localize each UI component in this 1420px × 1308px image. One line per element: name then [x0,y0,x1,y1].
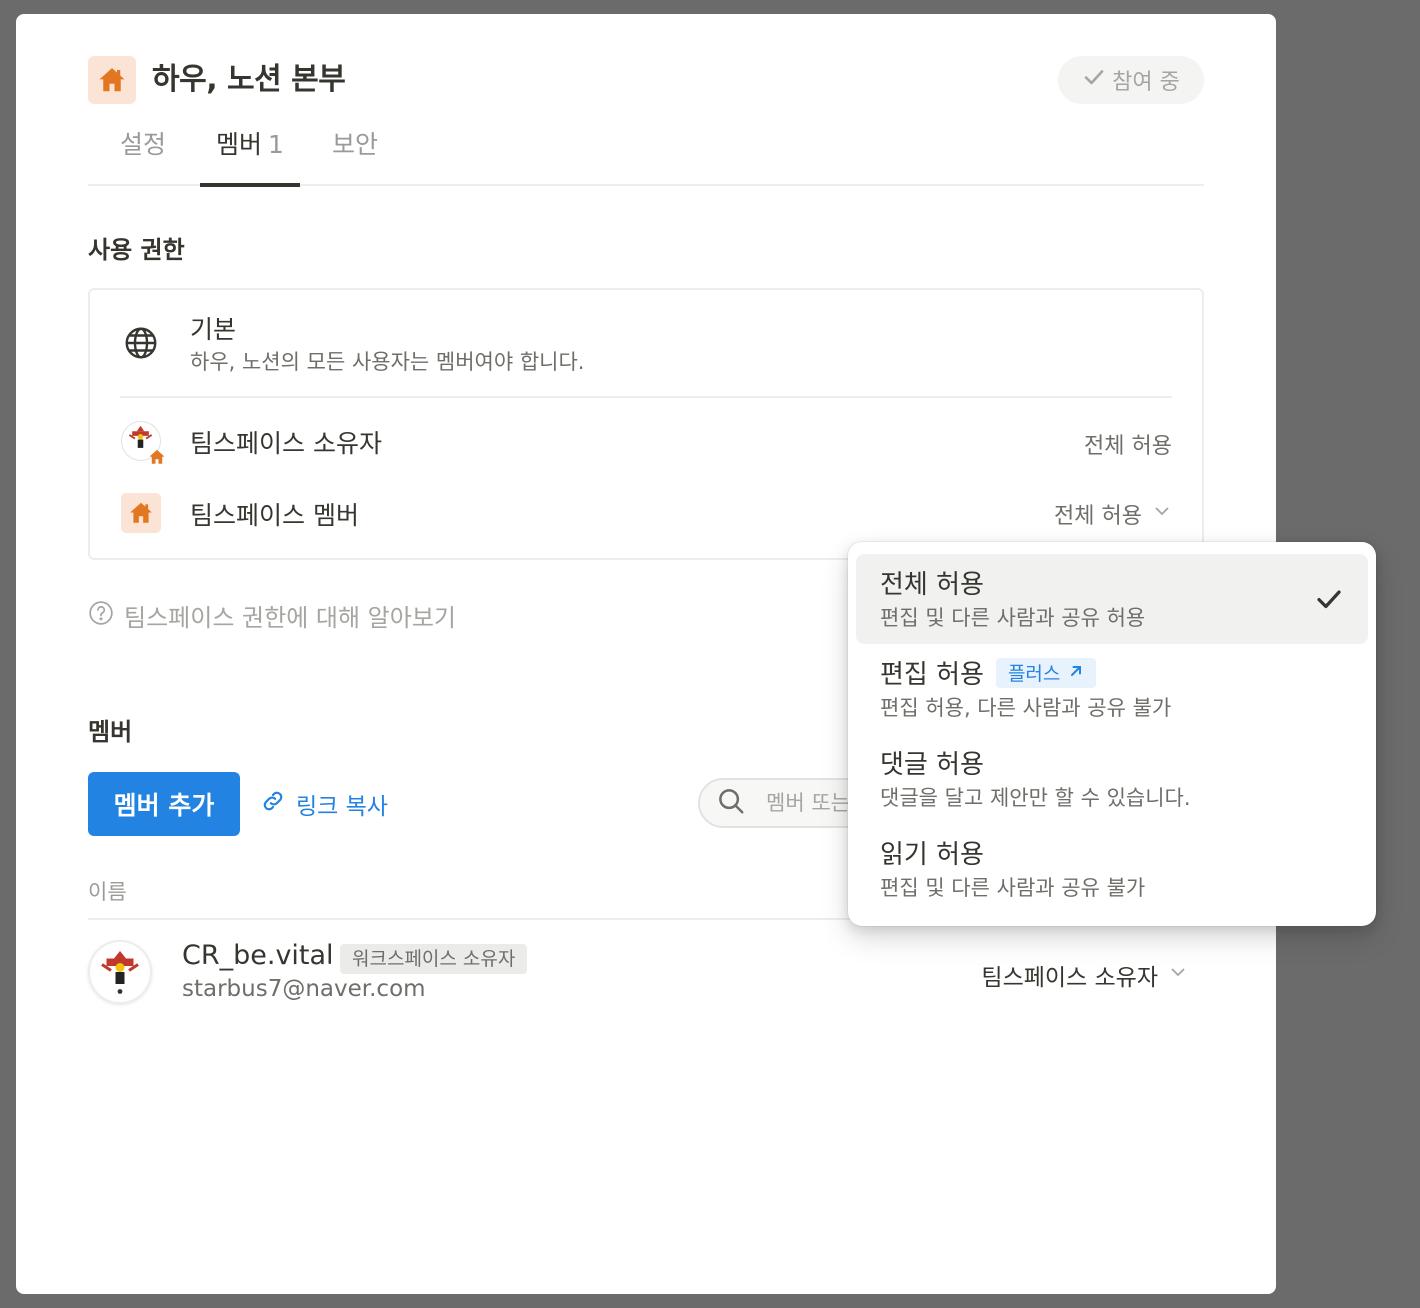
owner-permission-row: 팀스페이스 소유자 전체 허용 [90,420,1202,464]
chevron-down-icon [1152,501,1172,527]
tab-members[interactable]: 멤버 1 [200,122,300,187]
house-icon [148,448,166,466]
member-permission-row: 팀스페이스 멤버 전체 허용 [90,492,1202,536]
check-icon [1082,65,1106,95]
tab-bar: 설정 멤버 1 보안 [88,122,1204,187]
add-member-button[interactable]: 멤버 추가 [88,772,240,836]
workspace-owner-badge: 워크스페이스 소유자 [340,944,528,974]
search-icon [716,786,746,820]
arrow-up-right-icon [1068,662,1084,684]
permissions-box: 기본 하우, 노션의 모든 사용자는 멤버여야 합니다. 팀스페이스 소유자 전… [88,288,1204,560]
default-permission-description: 하우, 노션의 모든 사용자는 멤버여야 합니다. [190,350,585,374]
owner-permission-title: 팀스페이스 소유자 [190,429,382,458]
help-circle-icon [88,600,114,632]
permission-option-can-comment[interactable]: 댓글 허용 댓글을 달고 제안만 할 수 있습니다. [856,734,1368,824]
member-email: starbus7@naver.com [182,976,426,1002]
learn-permissions-link[interactable]: 팀스페이스 권한에 대해 알아보기 [88,598,456,633]
member-role-select[interactable]: 팀스페이스 소유자 [981,958,1188,992]
teamspace-title: 하우, 노션 본부 [152,62,346,97]
tab-settings[interactable]: 설정 [104,122,182,186]
plus-plan-tag[interactable]: 플러스 [995,657,1097,688]
avatar [121,421,165,464]
check-icon [1314,584,1344,618]
house-icon [121,493,161,533]
option-description: 편집 허용, 다른 사람과 공유 불가 [880,696,1172,720]
option-description: 편집 및 다른 사람과 공유 불가 [880,876,1146,900]
copy-link-button[interactable]: 링크 복사 [260,786,388,822]
permission-dropdown: 전체 허용 편집 및 다른 사람과 공유 허용 편집 허용 플러스 편집 허용,… [848,542,1376,926]
default-permission-title: 기본 [190,315,237,344]
joined-label: 참여 중 [1112,70,1180,95]
copy-link-label: 링크 복사 [296,794,388,820]
option-title: 전체 허용 [880,570,984,600]
option-title: 읽기 허용 [880,840,984,870]
permission-option-can-view[interactable]: 읽기 허용 편집 및 다른 사람과 공유 불가 [856,824,1368,914]
joined-button[interactable]: 참여 중 [1058,56,1204,104]
chevron-down-icon [1168,962,1188,988]
default-permission-row: 기본 하우, 노션의 모든 사용자는 멤버여야 합니다. [90,308,1202,388]
member-avatar [88,940,152,1004]
link-icon [260,788,286,820]
members-heading: 멤버 [88,718,133,746]
option-title: 댓글 허용 [880,750,984,780]
house-icon [88,56,136,104]
permissions-heading: 사용 권한 [88,236,185,264]
option-description: 댓글을 달고 제안만 할 수 있습니다. [880,786,1191,810]
learn-permissions-label: 팀스페이스 권한에 대해 알아보기 [124,604,457,632]
plus-plan-label: 플러스 [1007,663,1061,685]
member-count: 1 [268,130,284,159]
member-permission-value: 전체 허용 [1054,504,1142,529]
column-header-name: 이름 [88,880,127,904]
member-name: CR_be.vital [182,940,334,971]
tab-security[interactable]: 보안 [316,122,394,186]
option-description: 편집 및 다른 사람과 공유 허용 [880,606,1146,630]
permission-option-full-access[interactable]: 전체 허용 편집 및 다른 사람과 공유 허용 [856,554,1368,644]
member-permission-select[interactable]: 전체 허용 [1054,498,1172,530]
option-title: 편집 허용 [880,660,984,690]
member-permission-title: 팀스페이스 멤버 [190,501,359,530]
globe-icon [120,322,162,364]
member-role-value: 팀스페이스 소유자 [981,965,1158,991]
owner-permission-value: 전체 허용 [1084,434,1172,459]
divider [120,396,1172,398]
permission-option-can-edit[interactable]: 편집 허용 플러스 편집 허용, 다른 사람과 공유 불가 [856,644,1368,734]
